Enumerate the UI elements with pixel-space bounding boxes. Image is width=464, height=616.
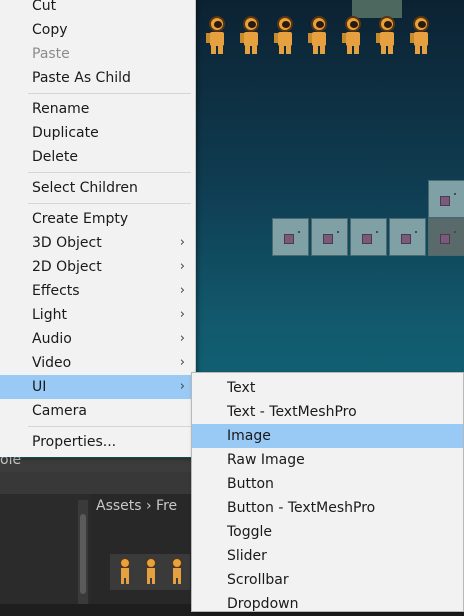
menu-item-2d-object[interactable]: 2D Object › (0, 255, 195, 279)
menu-item-label: 3D Object (32, 235, 102, 251)
astronaut-sprite (274, 16, 296, 54)
scrollbar-thumb[interactable] (80, 514, 86, 594)
astronaut-sprite (342, 16, 364, 54)
astronaut-sprite (308, 16, 330, 54)
chevron-right-icon: › (179, 331, 185, 346)
menu-item-video[interactable]: Video › (0, 351, 195, 375)
menu-item-rename[interactable]: Rename (0, 97, 195, 121)
menu-item-select-children[interactable]: Select Children (0, 176, 195, 200)
chevron-right-icon: › (179, 307, 185, 322)
menu-item-paste: Paste (32, 46, 70, 62)
tile-block (350, 218, 387, 256)
tile-block (428, 218, 464, 256)
menu-item-create-empty[interactable]: Create Empty (0, 207, 195, 231)
submenu-item-button-textmeshpro[interactable]: Button - TextMeshPro (192, 496, 463, 520)
menu-item-camera[interactable]: Camera (0, 399, 195, 423)
folder-tree-scrollbar[interactable] (78, 500, 88, 604)
menu-item-effects[interactable]: Effects › (0, 279, 195, 303)
menu-separator (28, 203, 191, 204)
submenu-item-raw-image[interactable]: Raw Image (192, 448, 463, 472)
menu-item-cut[interactable]: Cut (0, 0, 195, 18)
submenu-item-toggle[interactable]: Toggle (192, 520, 463, 544)
menu-item-ui[interactable]: UI › (0, 375, 195, 399)
menu-item-properties[interactable]: Properties... (0, 430, 195, 454)
astronaut-thumbnail (144, 558, 158, 584)
astronaut-thumbnail (118, 558, 132, 584)
menu-separator (28, 426, 191, 427)
astronaut-thumbnail (170, 558, 184, 584)
chevron-right-icon: › (179, 379, 185, 394)
menu-separator (28, 172, 191, 173)
chevron-right-icon: › (179, 259, 185, 274)
tile-block (311, 218, 348, 256)
menu-item-light[interactable]: Light › (0, 303, 195, 327)
asset-thumbnail[interactable] (110, 554, 190, 590)
astronaut-sprite (240, 16, 262, 54)
tile-block (428, 180, 464, 218)
menu-separator (28, 93, 191, 94)
folder-tree (0, 494, 90, 604)
menu-item-label: Light (32, 307, 67, 323)
menu-item-3d-object[interactable]: 3D Object › (0, 231, 195, 255)
ui-submenu: Text Text - TextMeshPro Image Raw Image … (191, 372, 464, 612)
menu-item-label: Audio (32, 331, 72, 347)
submenu-item-slider[interactable]: Slider (192, 544, 463, 568)
menu-item-delete[interactable]: Delete (0, 145, 195, 169)
chevron-right-icon: › (179, 283, 185, 298)
chevron-right-icon: › (179, 355, 185, 370)
astronaut-sprite (206, 16, 228, 54)
menu-item-audio[interactable]: Audio › (0, 327, 195, 351)
astronaut-sprite (376, 16, 398, 54)
tile-block (272, 218, 309, 256)
menu-item-label: Effects (32, 283, 80, 299)
breadcrumb[interactable]: Assets › Fre (96, 498, 177, 514)
menu-item-copy[interactable]: Copy (0, 18, 195, 42)
submenu-item-button[interactable]: Button (192, 472, 463, 496)
astronaut-sprite (410, 16, 432, 54)
submenu-item-scrollbar[interactable]: Scrollbar (192, 568, 463, 592)
tile-block (389, 218, 426, 256)
menu-item-label: UI (32, 379, 47, 395)
menu-item-paste-as-child[interactable]: Paste As Child (0, 66, 195, 90)
chevron-right-icon: › (179, 235, 185, 250)
context-menu: Cut Copy Paste Paste As Child Rename Dup… (0, 0, 196, 457)
menu-item-duplicate[interactable]: Duplicate (0, 121, 195, 145)
submenu-item-image[interactable]: Image (192, 424, 463, 448)
menu-item-label: Video (32, 355, 72, 371)
menu-item-label: 2D Object (32, 259, 102, 275)
submenu-item-dropdown[interactable]: Dropdown (192, 592, 463, 616)
submenu-item-text-textmeshpro[interactable]: Text - TextMeshPro (192, 400, 463, 424)
submenu-item-text[interactable]: Text (192, 376, 463, 400)
